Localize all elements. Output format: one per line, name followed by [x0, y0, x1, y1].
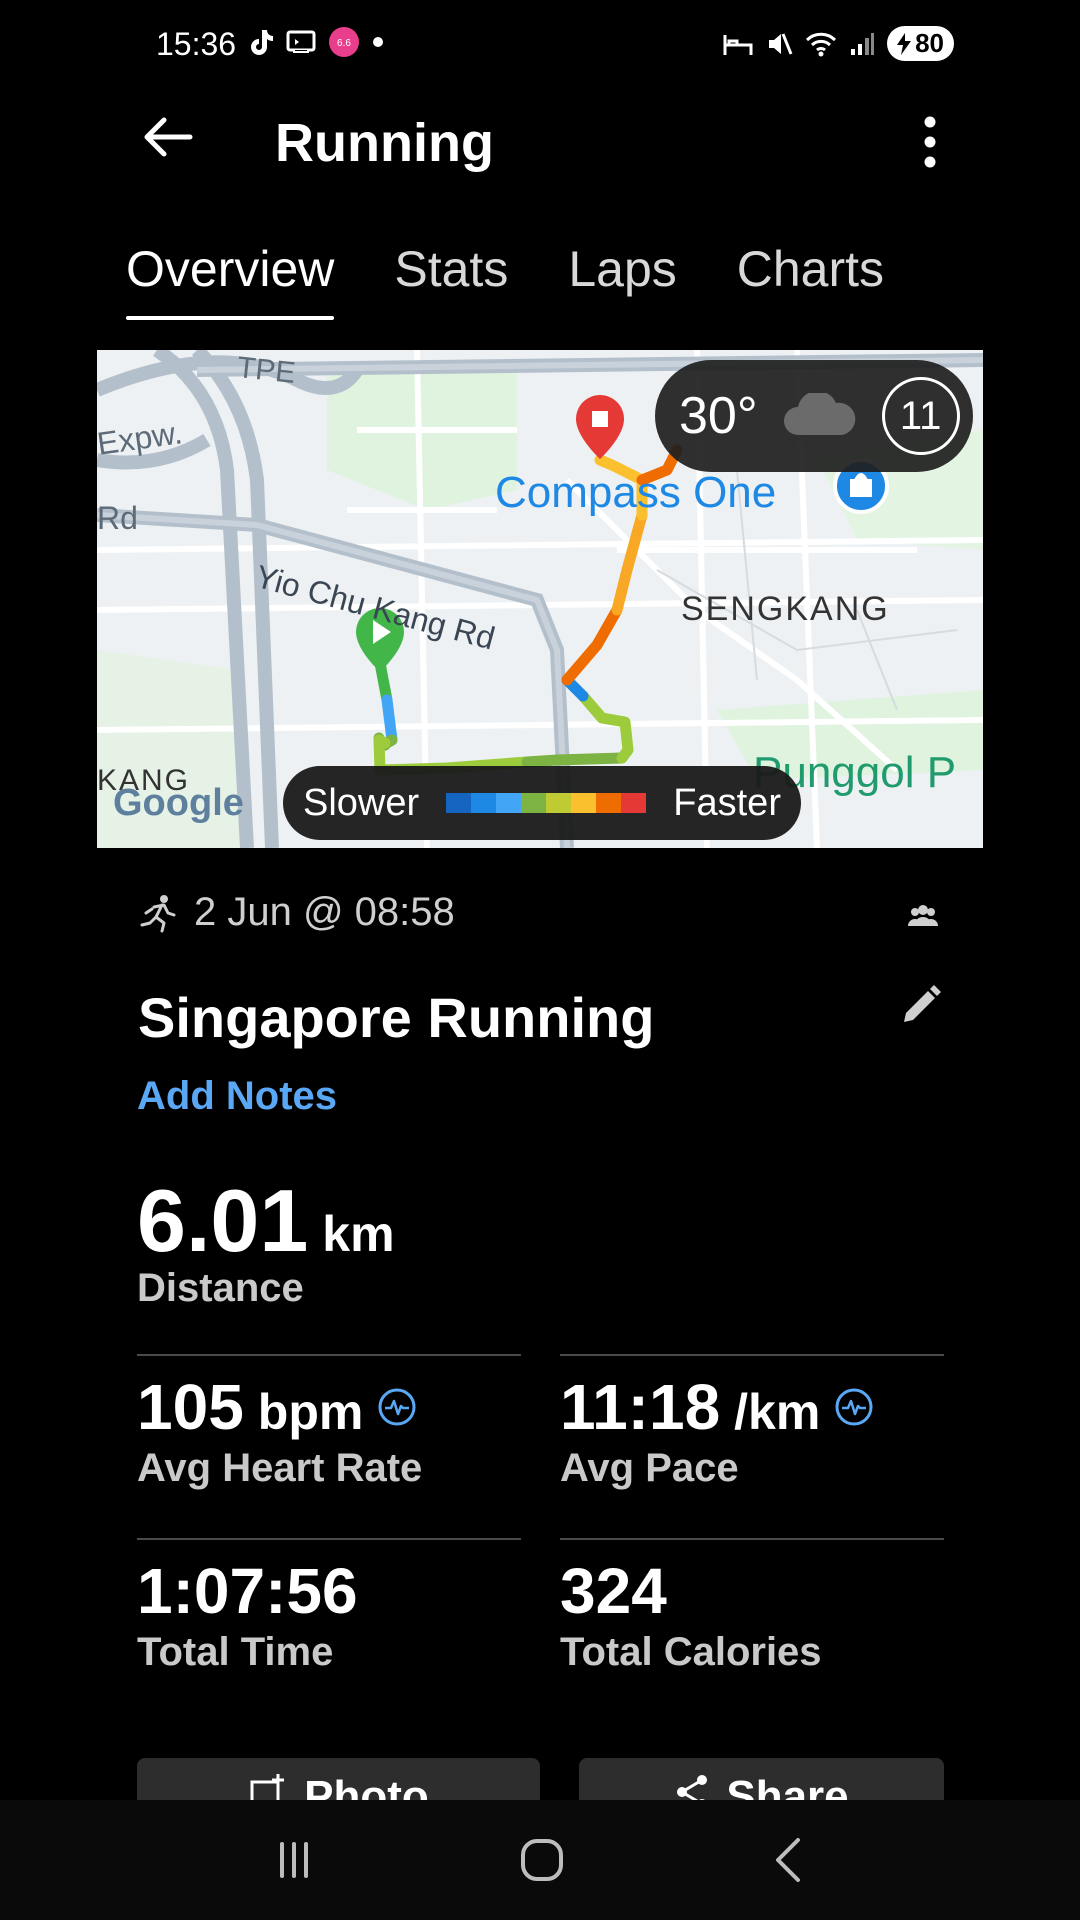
- divider: [137, 1538, 521, 1540]
- pace-value: 11:18: [560, 1371, 721, 1443]
- pulse-icon: [835, 1388, 873, 1426]
- recent-apps-icon[interactable]: [262, 1828, 326, 1892]
- battery-indicator: 80: [887, 26, 954, 61]
- tiktok-icon: [251, 30, 273, 55]
- total-calories-value: 324: [560, 1555, 667, 1627]
- battery-level: 80: [915, 28, 944, 58]
- distance-unit: km: [322, 1206, 395, 1262]
- tab-laps[interactable]: Laps: [568, 240, 676, 320]
- tab-bar: Overview Stats Laps Charts: [126, 240, 884, 320]
- weather-chip[interactable]: 30° 11: [655, 360, 973, 472]
- svg-text:6.6: 6.6: [337, 38, 351, 49]
- legend-color-segment: [621, 793, 647, 813]
- legend-color-segment: [496, 793, 522, 813]
- map-label-sengkang: SENGKANG: [681, 590, 890, 628]
- legend-color-segment: [471, 793, 497, 813]
- stat-total-time[interactable]: 1:07:56 Total Time: [137, 1554, 521, 1675]
- mute-icon: [769, 32, 793, 55]
- pace-legend: Slower Faster: [283, 766, 801, 840]
- pace-label: Avg Pace: [560, 1446, 739, 1490]
- status-right-icons: 80: [723, 26, 954, 61]
- stat-avg-pace[interactable]: 11:18/km Avg Pace: [560, 1370, 944, 1491]
- add-notes-link[interactable]: Add Notes: [137, 1074, 337, 1119]
- distance-value-row: 6.01 km: [137, 1170, 395, 1272]
- system-navigation-bar: [0, 1800, 1080, 1920]
- page-title: Running: [275, 113, 494, 173]
- weather-temperature: 30°: [679, 387, 758, 445]
- activity-date-row: 2 Jun @ 08:58: [140, 890, 455, 935]
- total-time-label: Total Time: [137, 1630, 334, 1674]
- legend-slower-label: Slower: [303, 781, 420, 824]
- stat-value-row: 11:18/km: [560, 1370, 944, 1444]
- activity-name: Singapore Running: [138, 986, 655, 1049]
- divider: [560, 1538, 944, 1540]
- distance-label: Distance: [137, 1266, 304, 1310]
- bed-icon: [723, 34, 753, 55]
- tab-overview[interactable]: Overview: [126, 240, 335, 320]
- cast-icon: [286, 30, 316, 53]
- pulse-icon: [378, 1388, 416, 1426]
- status-time: 15:36: [156, 26, 237, 62]
- more-options-icon[interactable]: [910, 112, 950, 172]
- stat-avg-heart-rate[interactable]: 105 bpm Avg Heart Rate: [137, 1370, 521, 1491]
- map-label-tpe: TPE: [235, 351, 297, 390]
- heart-rate-label: Avg Heart Rate: [137, 1446, 423, 1490]
- aqi-value: 11: [899, 393, 942, 438]
- legend-color-segment: [546, 793, 572, 813]
- back-arrow-icon[interactable]: [140, 110, 194, 164]
- activity-date: 2 Jun @ 08:58: [194, 890, 455, 934]
- map-label-rd: Rd: [97, 500, 138, 536]
- lazada-icon: 6.6: [329, 27, 359, 57]
- legend-color-bar: [446, 793, 647, 813]
- charging-icon: [897, 32, 912, 55]
- wifi-icon: [806, 32, 837, 56]
- divider: [560, 1354, 944, 1356]
- map-label-compass-one: Compass One: [495, 468, 777, 517]
- running-icon: [140, 894, 176, 932]
- legend-color-segment: [596, 793, 622, 813]
- divider: [137, 1354, 521, 1356]
- stat-value-row: 105 bpm: [137, 1370, 521, 1444]
- distance-value: 6.01: [137, 1171, 309, 1270]
- signal-icon: [851, 32, 875, 55]
- legend-color-segment: [571, 793, 597, 813]
- total-time-value: 1:07:56: [137, 1555, 358, 1627]
- stat-total-calories[interactable]: 324 Total Calories: [560, 1554, 944, 1675]
- heart-rate-value: 105: [137, 1371, 244, 1443]
- home-icon[interactable]: [510, 1828, 574, 1892]
- tab-charts[interactable]: Charts: [737, 240, 884, 320]
- pace-unit: /km: [734, 1384, 821, 1440]
- connections-icon[interactable]: [906, 900, 940, 934]
- legend-color-segment: [446, 793, 472, 813]
- heart-rate-unit: bpm: [257, 1384, 364, 1440]
- tab-stats[interactable]: Stats: [394, 240, 508, 320]
- legend-color-segment: [521, 793, 547, 813]
- dot-icon: [373, 37, 383, 47]
- total-calories-label: Total Calories: [560, 1630, 822, 1674]
- back-nav-icon[interactable]: [758, 1828, 822, 1892]
- legend-faster-label: Faster: [673, 781, 781, 824]
- route-map[interactable]: TPE Expw. Rd Yio Chu Kang Rd Compass One…: [97, 350, 983, 848]
- cloud-icon: [783, 393, 855, 435]
- google-logo: Google: [113, 782, 244, 824]
- status-left-icons: 6.6: [248, 26, 384, 58]
- edit-pencil-icon[interactable]: [898, 984, 942, 1028]
- aqi-badge: 11: [881, 377, 960, 455]
